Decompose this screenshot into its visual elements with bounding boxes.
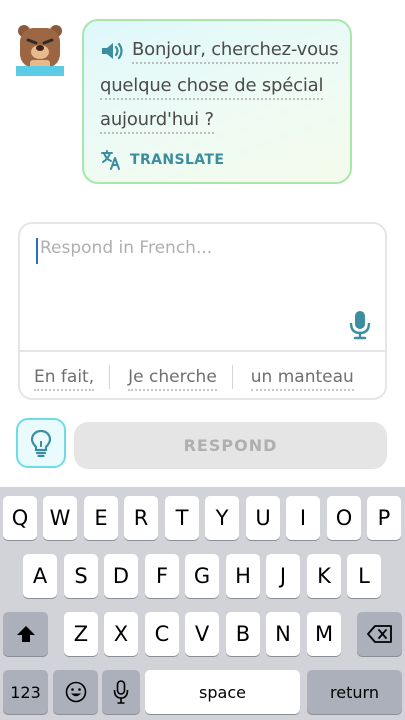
text-caret bbox=[36, 238, 38, 264]
prompt-line-1[interactable]: Bonjour, cherchez-vous bbox=[132, 39, 339, 64]
key-q[interactable]: Q bbox=[3, 496, 37, 540]
translate-button[interactable]: TRANSLATE bbox=[100, 149, 224, 171]
dictation-mic-icon bbox=[113, 680, 129, 704]
suggestion-chip-2[interactable]: Je cherche bbox=[128, 367, 217, 391]
key-f[interactable]: F bbox=[145, 554, 179, 598]
suggestion-bar: En fait, Je cherche un manteau bbox=[20, 350, 385, 402]
key-r[interactable]: R bbox=[124, 496, 158, 540]
suggestion-text-1: En fait, bbox=[34, 367, 95, 391]
translate-icon bbox=[101, 150, 120, 170]
key-p[interactable]: P bbox=[367, 496, 401, 540]
key-c[interactable]: C bbox=[145, 612, 179, 656]
backspace-key[interactable] bbox=[357, 612, 402, 656]
key-m[interactable]: M bbox=[307, 612, 341, 656]
shift-icon bbox=[16, 626, 35, 642]
bear-avatar bbox=[16, 22, 64, 76]
prompt-text-line-1[interactable]: Bonjour, cherchez-vous bbox=[132, 39, 339, 64]
prompt-line-2[interactable]: quelque chose de spécial bbox=[100, 75, 323, 100]
backspace-icon bbox=[366, 625, 392, 643]
key-n[interactable]: N bbox=[266, 612, 300, 656]
key-h[interactable]: H bbox=[226, 554, 260, 598]
speech-bubble: Bonjour, cherchez-vous quelque chose de … bbox=[82, 19, 352, 184]
key-o[interactable]: O bbox=[327, 496, 361, 540]
space-key[interactable]: space bbox=[145, 670, 300, 714]
suggestion-chip-1[interactable]: En fait, bbox=[34, 367, 95, 391]
suggestion-text-2: Je cherche bbox=[128, 367, 217, 391]
key-y[interactable]: Y bbox=[205, 496, 239, 540]
bear-icon bbox=[16, 25, 64, 76]
response-input[interactable]: Respond in French... bbox=[40, 238, 212, 258]
emoji-key[interactable] bbox=[53, 670, 98, 714]
key-g[interactable]: G bbox=[185, 554, 219, 598]
key-a[interactable]: A bbox=[23, 554, 57, 598]
dictation-key[interactable] bbox=[102, 670, 140, 714]
microphone-icon[interactable] bbox=[349, 310, 371, 340]
key-t[interactable]: T bbox=[165, 496, 199, 540]
key-w[interactable]: W bbox=[43, 496, 77, 540]
return-key[interactable]: return bbox=[307, 670, 402, 714]
translate-label: TRANSLATE bbox=[130, 152, 225, 168]
key-l[interactable]: L bbox=[347, 554, 381, 598]
speaker-icon[interactable] bbox=[100, 41, 124, 61]
suggestion-divider bbox=[109, 365, 111, 389]
key-i[interactable]: I bbox=[286, 496, 320, 540]
prompt-line-3[interactable]: aujourd'hui ? bbox=[100, 109, 214, 134]
suggestion-text-3: un manteau bbox=[250, 367, 354, 391]
key-j[interactable]: J bbox=[266, 554, 300, 598]
numbers-key[interactable]: 123 bbox=[3, 670, 48, 714]
key-z[interactable]: Z bbox=[64, 612, 98, 656]
key-e[interactable]: E bbox=[84, 496, 118, 540]
key-k[interactable]: K bbox=[307, 554, 341, 598]
keyboard: Q W E R T Y U I O P A S D F G H J K L Z … bbox=[0, 487, 405, 720]
key-x[interactable]: X bbox=[104, 612, 138, 656]
key-s[interactable]: S bbox=[64, 554, 98, 598]
hint-button[interactable] bbox=[16, 418, 66, 468]
suggestion-divider bbox=[231, 365, 233, 389]
shift-key[interactable] bbox=[3, 612, 48, 656]
prompt-text-line-2[interactable]: quelque chose de spécial bbox=[100, 75, 323, 100]
emoji-icon bbox=[65, 681, 86, 703]
key-b[interactable]: B bbox=[226, 612, 260, 656]
prompt-text-line-3[interactable]: aujourd'hui ? bbox=[100, 109, 214, 134]
respond-button[interactable]: RESPOND bbox=[74, 422, 387, 469]
key-v[interactable]: V bbox=[185, 612, 219, 656]
key-d[interactable]: D bbox=[104, 554, 138, 598]
response-area[interactable]: Respond in French... En fait, Je cherche… bbox=[18, 222, 387, 400]
suggestion-chip-3[interactable]: un manteau bbox=[250, 367, 354, 391]
lightbulb-icon bbox=[30, 429, 52, 457]
key-u[interactable]: U bbox=[246, 496, 280, 540]
